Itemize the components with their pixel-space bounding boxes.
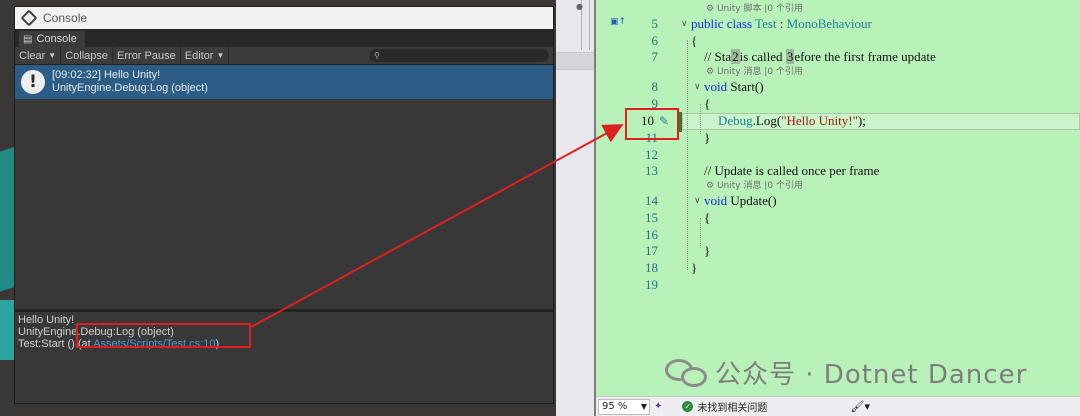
chevron-down-icon: ▼ (48, 51, 57, 60)
log-entry-source: UnityEngine.Debug:Log (object) (52, 82, 208, 94)
editor-status-bar: 95 % ▼ ✦ ✓ 未找到相关问题 🖌▾ (596, 396, 1080, 416)
code-line-15: 15 { (645, 210, 711, 225)
tab-bar: ▤ Console (15, 29, 553, 47)
issues-status[interactable]: 未找到相关问题 (697, 399, 767, 414)
code-line-12: 12 (645, 147, 658, 162)
panel-row[interactable] (556, 52, 594, 70)
code-line-5: 5 ∨ public class Test : MonoBehaviour (651, 16, 872, 32)
watermark-text: 公众号 · Dotnet Dancer (715, 360, 1028, 390)
fold-toggle-icon[interactable]: ∨ (681, 16, 688, 32)
code-line-19: 19 (645, 277, 658, 292)
search-icon: ⚲ (374, 51, 380, 60)
fold-toggle-icon[interactable]: ∨ (694, 193, 701, 209)
code-line-8: 8 ∨ void Start() (651, 79, 764, 95)
codelens-class[interactable]: ⚙ Unity 脚本 |0 个引用 (706, 3, 803, 15)
unity-logo-icon (20, 9, 38, 27)
log-list: ! [09:02:32] Hello Unity! UnityEngine.De… (15, 65, 553, 309)
chevron-down-icon: ▼ (216, 51, 225, 60)
clear-button[interactable]: Clear ▼ (15, 46, 62, 65)
fold-toggle-icon[interactable]: ∨ (694, 79, 701, 95)
code-line-16: 16 (645, 227, 658, 242)
log-entry-selected[interactable]: ! [09:02:32] Hello Unity! UnityEngine.De… (15, 65, 553, 99)
code-editor[interactable]: ▣↑ ⚙ Unity 脚本 |0 个引用 5 ∨ public class Te… (596, 0, 1080, 396)
code-line-14: 14 ∨ void Update() (645, 193, 777, 209)
code-line-7: 7 // Sta2is called 3efore the first fram… (651, 49, 936, 64)
wechat-watermark: 公众号 · Dotnet Dancer (665, 354, 1027, 391)
collapse-button[interactable]: Collapse (61, 46, 114, 65)
tab-label: Console (36, 33, 77, 45)
codelens-start[interactable]: ⚙ Unity 消息 |0 个引用 (706, 66, 803, 78)
hint-marker: 2 (731, 49, 740, 64)
code-line-13: 13 // Update is called once per frame (645, 163, 880, 178)
console-title-bar[interactable]: Console (15, 7, 553, 29)
check-circle-icon: ✓ (682, 401, 694, 412)
chevron-down-icon: ▼ (640, 402, 647, 411)
codelens-update[interactable]: ⚙ Unity 消息 |0 个引用 (706, 180, 803, 192)
info-icon: ! (21, 70, 45, 94)
solution-panel-edge: ● (556, 0, 594, 416)
panel-marker-icon: ● (576, 2, 583, 11)
log-entry-message: [09:02:32] Hello Unity! (52, 69, 161, 81)
console-list-icon: ▤ (23, 33, 33, 45)
brush-icon[interactable]: 🖌▾ (851, 400, 871, 413)
error-pause-button[interactable]: Error Pause (113, 46, 181, 65)
highlight-box-line-10 (625, 108, 679, 140)
highlight-box-stack-trace (76, 323, 251, 348)
tab-console[interactable]: ▤ Console (19, 31, 85, 47)
zoom-dropdown[interactable]: 95 % ▼ (598, 398, 650, 415)
window-title: Console (43, 11, 88, 25)
code-line-6: 6 { (651, 33, 698, 48)
search-input[interactable]: ⚲ (369, 49, 549, 62)
code-line-17: 17 } (645, 243, 711, 258)
ai-assist-icon[interactable]: ✦ (654, 401, 662, 412)
wechat-logo-icon (665, 355, 709, 391)
console-toolbar: Clear ▼ Collapse Error Pause Editor ▼ ⚲ (15, 46, 553, 65)
code-line-18: 18 } (645, 260, 698, 275)
editor-dropdown[interactable]: Editor ▼ (181, 46, 230, 65)
